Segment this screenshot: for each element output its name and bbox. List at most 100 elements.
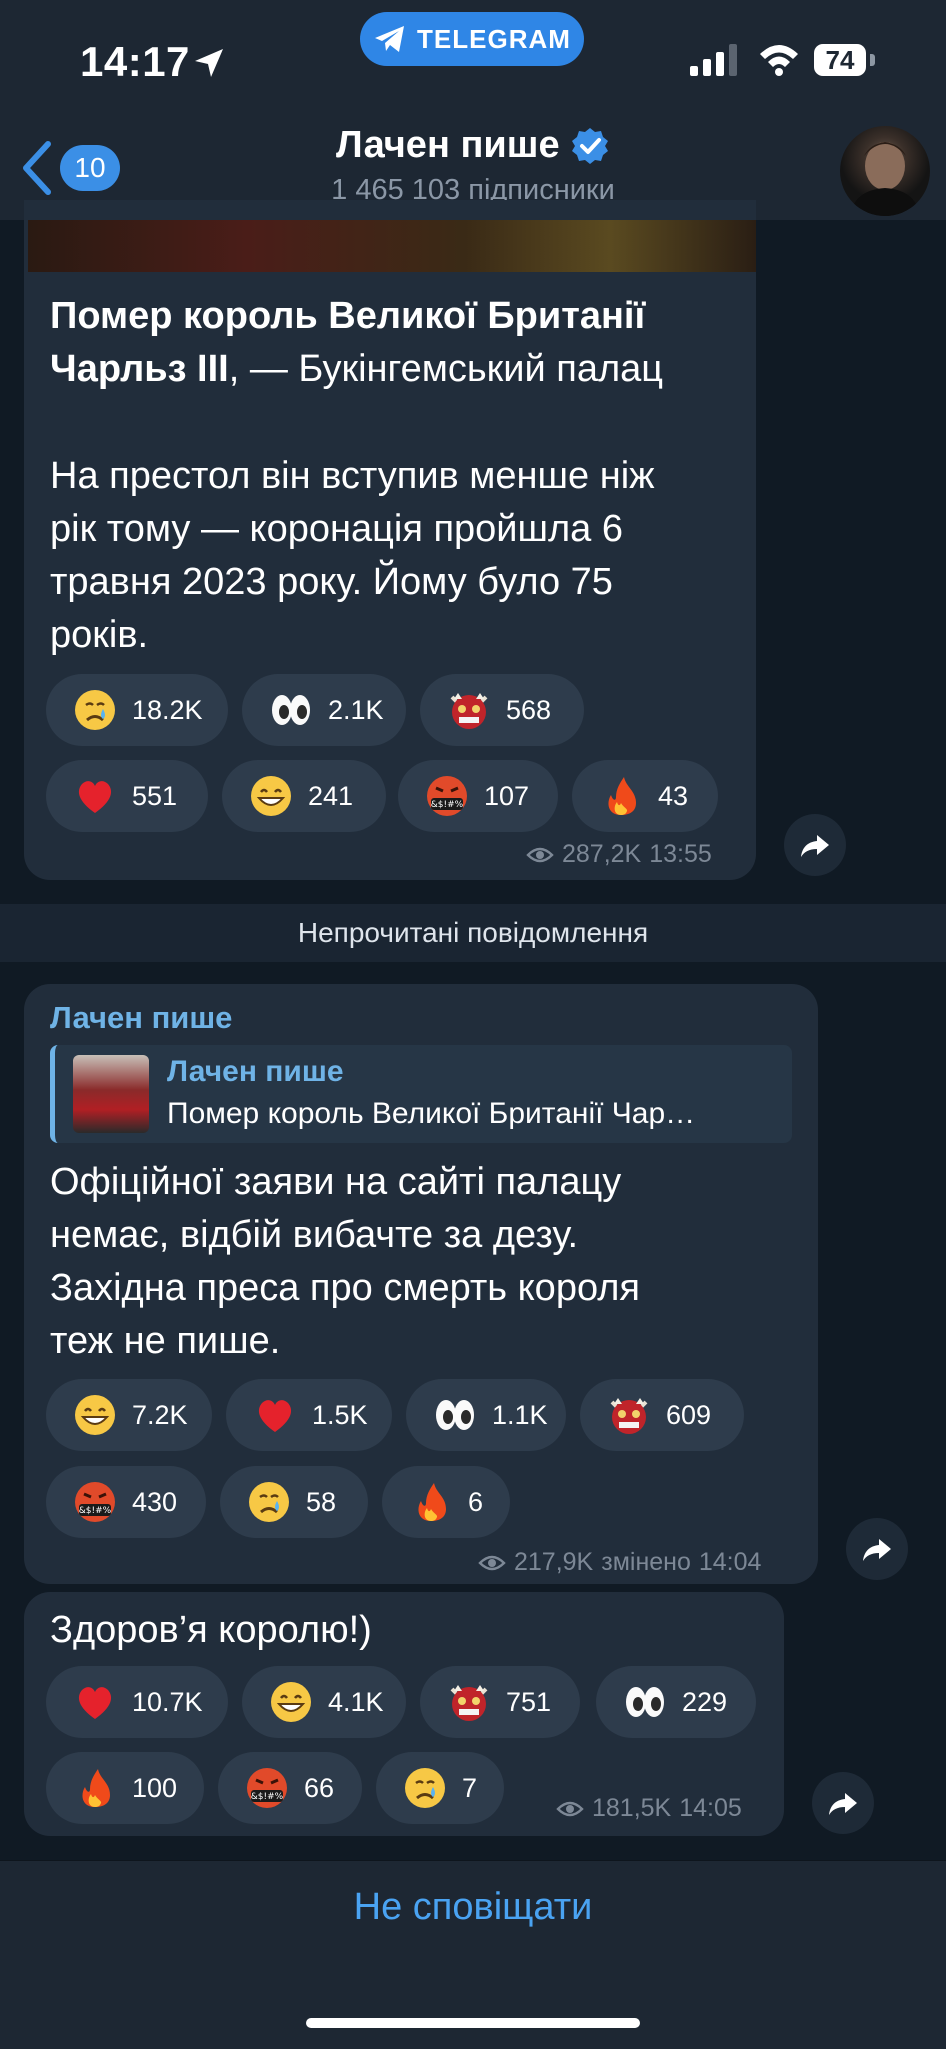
reaction-count: 18.2K [132, 694, 203, 725]
reaction-crying[interactable]: 58 [220, 1466, 368, 1538]
reaction-count: 551 [132, 780, 178, 811]
reaction-heart[interactable]: 551 [46, 760, 208, 832]
reaction-count: 66 [304, 1772, 335, 1803]
reply-thumbnail [73, 1055, 149, 1133]
reaction-curse[interactable]: 430 [46, 1466, 206, 1538]
crying-face-icon [402, 1765, 448, 1811]
reaction-count: 4.1K [328, 1686, 384, 1717]
telegram-pill[interactable]: TELEGRAM [360, 12, 584, 66]
channel-title-wrap[interactable]: Лачен пише [0, 124, 946, 167]
status-time: 14:17 [80, 38, 190, 85]
reaction-count: 43 [658, 780, 689, 811]
reaction-eyes[interactable]: 1.1K [406, 1379, 566, 1451]
reaction-count: 58 [306, 1486, 337, 1517]
message-1-line: років. [50, 614, 149, 656]
reaction-count: 568 [506, 694, 552, 725]
reaction-heart[interactable]: 1.5K [226, 1379, 392, 1451]
reaction-grin[interactable]: 4.1K [242, 1666, 406, 1738]
red-heart-icon [252, 1392, 298, 1438]
wifi-icon [760, 45, 798, 76]
reaction-fire[interactable]: 6 [382, 1466, 510, 1538]
fire-icon [408, 1479, 454, 1525]
reaction-crying[interactable]: 18.2K [46, 674, 228, 746]
fire-icon [598, 773, 644, 819]
reaction-ogre[interactable]: 751 [420, 1666, 580, 1738]
reaction-count: 1.5K [312, 1399, 368, 1430]
reaction-curse[interactable]: 107 [398, 760, 558, 832]
eyes-icon [432, 1392, 478, 1438]
views-eye-icon [556, 1799, 584, 1819]
reaction-ogre[interactable]: 609 [580, 1379, 744, 1451]
avatar-portrait [850, 142, 920, 216]
reaction-count: 7.2K [132, 1399, 188, 1430]
channel-avatar[interactable] [840, 126, 930, 216]
reaction-curse[interactable]: 66 [218, 1752, 362, 1824]
share-button[interactable] [812, 1772, 874, 1834]
red-heart-icon [72, 1679, 118, 1725]
reaction-heart[interactable]: 10.7K [46, 1666, 228, 1738]
message-3-body: Здоров’я королю!) [50, 1609, 372, 1651]
reaction-count: 229 [682, 1686, 728, 1717]
message-1-line: рік тому — коронація пройшла 6 [50, 508, 624, 550]
reaction-grin[interactable]: 241 [222, 760, 386, 832]
reaction-count: 100 [132, 1772, 178, 1803]
share-button[interactable] [784, 814, 846, 876]
message-2-line: Офіційної заяви на сайті палацу [50, 1161, 622, 1203]
reaction-count: 609 [666, 1399, 712, 1430]
reaction-count: 241 [308, 780, 354, 811]
message-2-meta: 217,9K змінено 14:04 [478, 1548, 761, 1577]
message-1-line: травня 2023 року. Йому було 75 [50, 561, 613, 603]
message-1-meta: 287,2K 13:55 [526, 840, 712, 869]
home-indicator[interactable] [306, 2018, 640, 2028]
message-2-line: немає, відбій вибачте за дезу. [50, 1214, 579, 1256]
ogre-mask-icon [446, 687, 492, 733]
message-author[interactable]: Лачен пише [50, 1000, 232, 1036]
reaction-grin[interactable]: 7.2K [46, 1379, 212, 1451]
share-arrow-icon [861, 1533, 893, 1565]
unread-divider: Непрочитані повідомлення [0, 904, 946, 962]
grinning-face-icon [248, 773, 294, 819]
mute-notifications-button[interactable]: Не сповіщати [0, 1886, 946, 1929]
message-1-line: На престол він вступив менше ніж [50, 455, 655, 497]
reaction-count: 430 [132, 1486, 178, 1517]
cellular-signal-icon [690, 44, 737, 76]
verified-badge-icon [572, 127, 609, 164]
message-2-line: теж не пише. [50, 1320, 281, 1362]
share-button[interactable] [846, 1518, 908, 1580]
edited-label: змінено [601, 1548, 691, 1576]
views-count: 181,5K [592, 1794, 672, 1822]
red-heart-icon [72, 773, 118, 819]
message-2-body: Офіційної заяви на сайті палацу немає, в… [50, 1156, 810, 1368]
views-count: 287,2K [562, 840, 642, 868]
fire-icon [72, 1765, 118, 1811]
channel-title: Лачен пише [335, 124, 560, 166]
ogre-mask-icon [606, 1392, 652, 1438]
views-eye-icon [478, 1553, 506, 1573]
message-photo[interactable] [28, 220, 756, 272]
cursing-face-icon [424, 773, 470, 819]
reaction-eyes[interactable]: 229 [596, 1666, 756, 1738]
reaction-fire[interactable]: 100 [46, 1752, 204, 1824]
battery-indicator: 74 [814, 44, 866, 76]
share-arrow-icon [827, 1787, 859, 1819]
location-arrow-icon [195, 49, 223, 77]
ogre-mask-icon [446, 1679, 492, 1725]
grinning-face-icon [72, 1392, 118, 1438]
reaction-crying[interactable]: 7 [376, 1752, 504, 1824]
crying-face-icon [246, 1479, 292, 1525]
eyes-icon [622, 1679, 668, 1725]
reaction-fire[interactable]: 43 [572, 760, 718, 832]
reaction-count: 2.1K [328, 694, 384, 725]
reply-preview[interactable]: Лачен пише Помер король Великої Британії… [50, 1045, 792, 1143]
reaction-count: 10.7K [132, 1686, 203, 1717]
message-3-meta: 181,5K 14:05 [556, 1794, 742, 1823]
message-time: 13:55 [649, 840, 712, 868]
message-time: 14:05 [679, 1794, 742, 1822]
reaction-ogre[interactable]: 568 [420, 674, 584, 746]
message-1-title: Помер король Великої Британії Чарльз III… [50, 290, 750, 396]
reaction-count: 107 [484, 780, 530, 811]
share-arrow-icon [799, 829, 831, 861]
reaction-eyes[interactable]: 2.1K [242, 674, 406, 746]
eyes-icon [268, 687, 314, 733]
reaction-count: 7 [462, 1772, 478, 1803]
